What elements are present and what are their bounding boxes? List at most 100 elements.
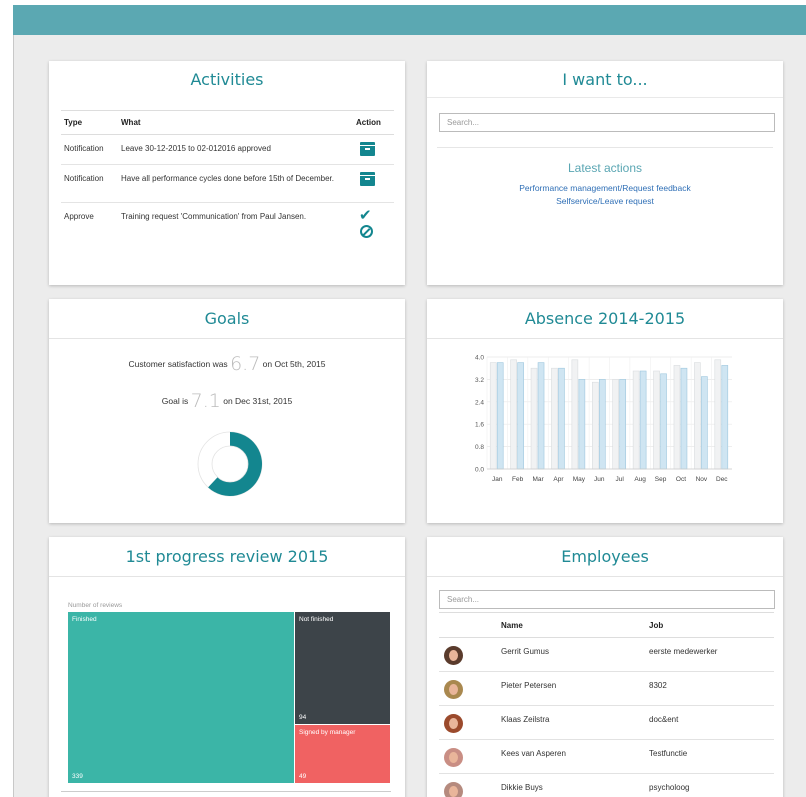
employees-card: Employees Name Job Gerrit Gumus eerste m…: [427, 537, 783, 797]
app-header-bar: [13, 5, 806, 35]
activity-type: Notification: [61, 134, 118, 165]
donut-progress-arc: [208, 432, 262, 496]
y-tick-label: 4.0: [475, 355, 484, 362]
bar-series-2: [558, 367, 565, 470]
treemap-label: Signed by manager: [299, 729, 356, 736]
employees-title: Employees: [427, 537, 783, 577]
archive-icon[interactable]: [360, 172, 375, 186]
x-tick-label: Feb: [512, 476, 524, 483]
bar-series-2: [660, 373, 667, 470]
treemap-value: 339: [72, 773, 83, 780]
y-tick-label: 1.6: [475, 422, 484, 429]
bar-series-2: [517, 362, 524, 470]
col-what-header: What: [118, 110, 353, 135]
employees-search-input[interactable]: [439, 590, 775, 609]
employee-row[interactable]: Gerrit Gumus eerste medewerker: [439, 637, 774, 672]
bar-series-1: [530, 367, 538, 470]
i-want-to-title: I want to...: [427, 61, 783, 98]
latest-action-link[interactable]: Performance management/Request feedback: [427, 183, 783, 193]
absence-bar-chart: 4.0 3.2 2.4 1.6 0.8 0.0 Jan Feb Mar Apr May Jun Jul A…: [475, 355, 732, 483]
bar-series-2: [721, 365, 729, 470]
bar-series-1: [714, 359, 722, 470]
goals-title: Goals: [49, 299, 405, 339]
y-tick-label: 0.0: [475, 467, 484, 474]
x-tick-label: Nov: [696, 476, 708, 483]
treemap-axis: [61, 791, 391, 792]
avatar: [444, 714, 463, 733]
dashboard: Activities Type What Action Notification…: [14, 35, 806, 797]
employee-name: Dikkie Buys: [501, 783, 543, 792]
activities-table: Type What Action Notification Leave 30-1…: [61, 110, 394, 247]
avatar: [444, 782, 463, 797]
employee-row[interactable]: Pieter Petersen 8302: [439, 671, 774, 706]
employee-name: Kees van Asperen: [501, 739, 649, 774]
activities-title: Activities: [190, 70, 264, 89]
goal-target-label: Goal is: [161, 396, 189, 406]
i-want-to-card: I want to... Latest actions Performance …: [427, 61, 783, 285]
bar-series-2: [619, 379, 627, 470]
col-job-header: Job: [649, 612, 774, 638]
bar-series-2: [680, 367, 688, 470]
latest-action-link[interactable]: Selfservice/Leave request: [427, 196, 783, 206]
goal-donut-chart: [197, 431, 263, 497]
goal-current-label: Customer satisfaction was: [128, 359, 228, 369]
i-want-to-search-input[interactable]: [439, 113, 775, 132]
progress-review-title: 1st progress review 2015: [49, 537, 405, 577]
activity-row: Notification Leave 30-12-2015 to 02-0120…: [61, 134, 394, 165]
goals-card: Goals Customer satisfaction was 6.7 on O…: [49, 299, 405, 523]
col-name-header: Name: [501, 612, 649, 638]
bar-series-2: [578, 379, 586, 470]
activity-row: Approve Training request 'Communication'…: [61, 203, 394, 247]
avatar: [444, 680, 463, 699]
approve-check-icon[interactable]: ✔: [359, 208, 391, 223]
x-tick-label: Aug: [634, 476, 646, 483]
goal-target-date: on Dec 31st, 2015: [223, 396, 293, 406]
y-tick-label: 2.4: [475, 399, 484, 406]
employee-job: Testfunctie: [649, 739, 774, 774]
bar-series-1: [489, 362, 497, 470]
activity-what: Training request 'Communication' from Pa…: [121, 212, 307, 221]
x-tick-label: May: [573, 476, 586, 483]
bar-series-1: [612, 379, 620, 470]
x-tick-label: Jul: [616, 476, 625, 483]
employee-name: Pieter Petersen: [501, 671, 649, 706]
employee-row[interactable]: Dikkie Buys psycholoog: [439, 774, 774, 797]
x-tick-label: Dec: [716, 476, 728, 483]
activity-what: Have all performance cycles done before …: [118, 164, 353, 203]
col-action-header: Action: [353, 110, 394, 135]
treemap-caption: Number of reviews: [68, 602, 123, 609]
activity-type: Notification: [61, 164, 118, 203]
x-tick-label: Oct: [676, 476, 686, 483]
goal-current-value: 6.7: [230, 353, 261, 375]
bar-series-1: [653, 370, 660, 470]
bar-series-2: [639, 370, 647, 470]
absence-card: Absence 2014-2015 4.0 3.2 2.4 1.6 0.8 0.0 Jan F…: [427, 299, 783, 523]
treemap-not-finished[interactable]: Not finished 94: [295, 612, 390, 724]
employee-job: eerste medewerker: [649, 637, 774, 672]
employee-job: psycholoog: [649, 783, 690, 792]
treemap-signed-by-manager[interactable]: Signed by manager 49: [295, 725, 390, 783]
goal-current-date: on Oct 5th, 2015: [262, 359, 326, 369]
x-tick-label: Jan: [492, 476, 503, 483]
donut-inner-outline: [211, 445, 249, 483]
y-tick-label: 0.8: [475, 444, 484, 451]
employee-row[interactable]: Kees van Asperen Testfunctie: [439, 739, 774, 774]
col-type-header: Type: [61, 110, 118, 135]
reject-ban-icon[interactable]: [360, 225, 373, 238]
x-tick-label: Apr: [553, 476, 564, 483]
bar-series-1: [510, 359, 517, 470]
archive-icon[interactable]: [360, 142, 375, 156]
employee-name: Klaas Zeilstra: [501, 705, 649, 740]
x-tick-label: Jun: [594, 476, 605, 483]
activity-what: Leave 30-12-2015 to 02-012016 approved: [118, 134, 353, 165]
bar-series-1: [551, 367, 558, 470]
employee-row[interactable]: Klaas Zeilstra doc&ent: [439, 705, 774, 740]
treemap-finished[interactable]: Finished 339: [68, 612, 294, 783]
y-tick-label: 3.2: [475, 377, 484, 384]
progress-review-card: 1st progress review 2015 Number of revie…: [49, 537, 405, 797]
avatar: [444, 748, 463, 767]
activities-card: Activities Type What Action Notification…: [49, 61, 405, 285]
employee-name: Gerrit Gumus: [501, 637, 649, 672]
activity-row: Notification Have all performance cycles…: [61, 164, 394, 203]
avatar: [444, 646, 463, 665]
